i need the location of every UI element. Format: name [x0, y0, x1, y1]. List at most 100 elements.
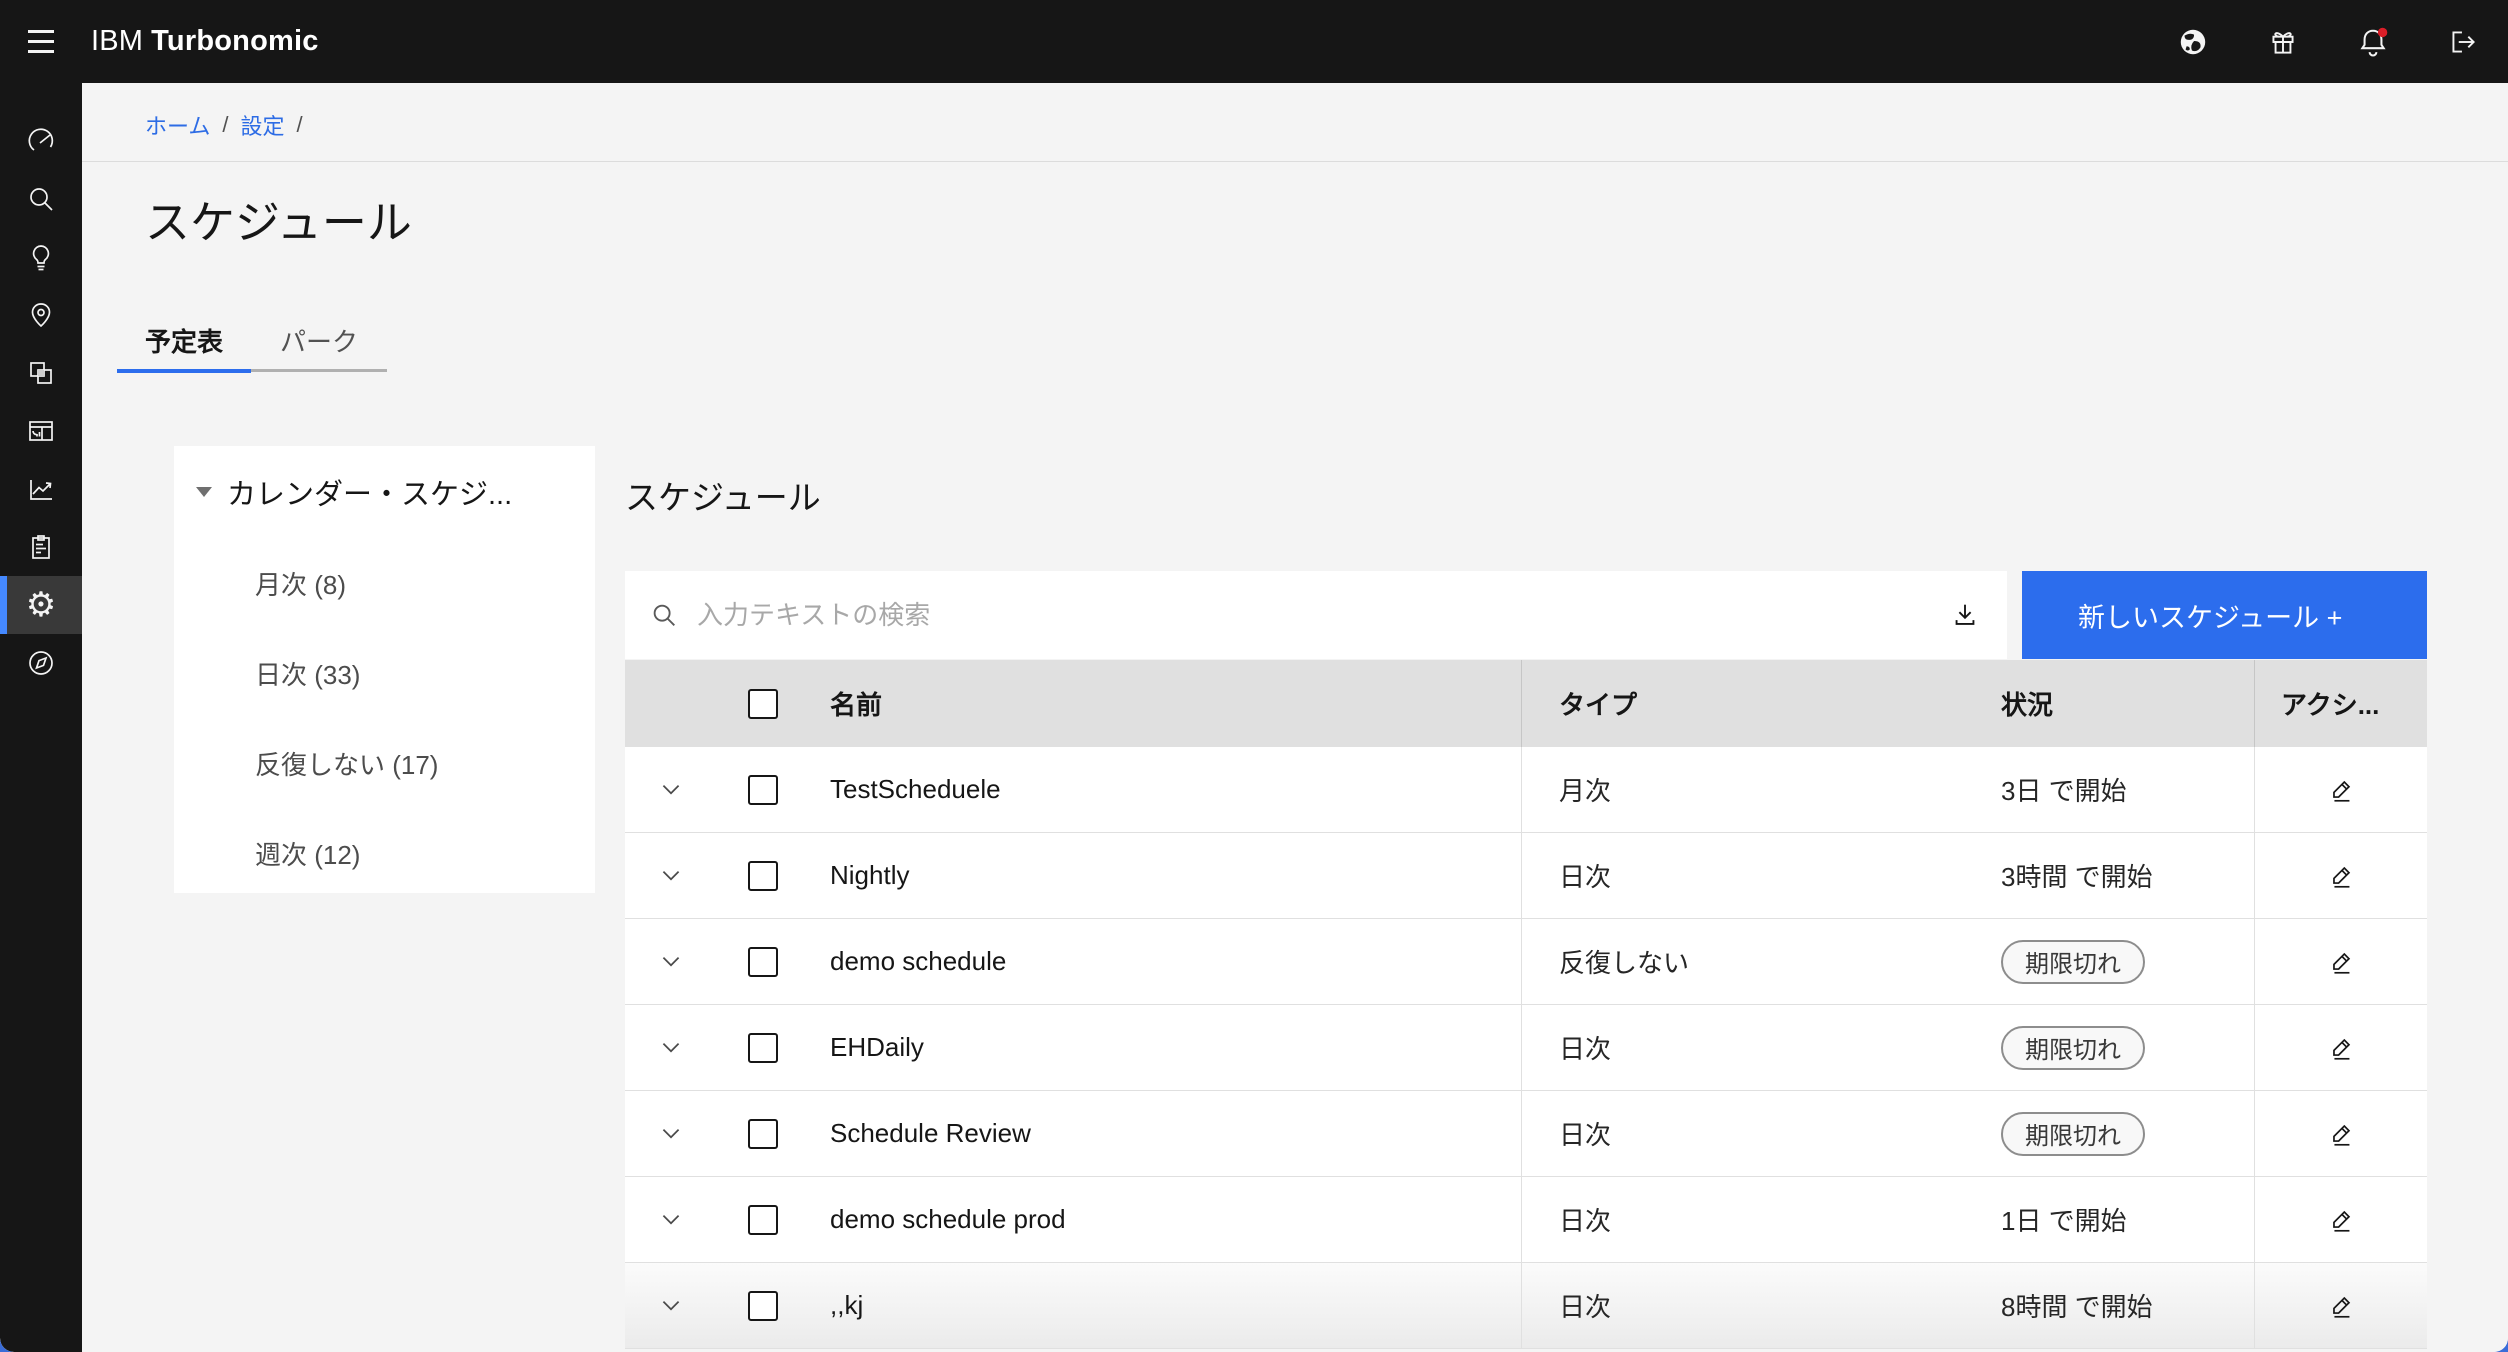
new-schedule-button[interactable]: 新しいスケジュール + [2022, 571, 2427, 659]
edit-pencil-icon [2333, 780, 2351, 802]
column-header-actions: アクシ... [2254, 660, 2427, 747]
schedule-type: 日次 [1559, 1206, 1612, 1236]
toolbar: 新しいスケジュール + [625, 571, 2427, 659]
chevron-down-icon [662, 1214, 679, 1224]
edit-button[interactable] [2326, 1205, 2356, 1235]
caret-down-icon [196, 487, 212, 497]
select-all-checkbox[interactable] [748, 688, 778, 719]
schedule-type: 反復しない [1559, 948, 1690, 978]
globe-button[interactable] [2148, 0, 2238, 83]
logout-button[interactable] [2418, 0, 2508, 83]
edit-pencil-icon [2333, 1038, 2351, 1060]
breadcrumb-settings-link[interactable]: 設定 [240, 109, 284, 141]
table-row: EHDaily 日次 期限切れ [625, 1005, 2427, 1091]
brand: IBM Turbonomic [91, 25, 319, 58]
edit-button[interactable] [2326, 1291, 2356, 1321]
schedule-type: 日次 [1559, 1120, 1612, 1150]
search-input[interactable] [697, 599, 1937, 631]
header-actions [2148, 0, 2508, 83]
tree-item-daily[interactable]: 日次 (33) [174, 628, 595, 718]
settings-gear-icon: ⚙ [25, 585, 57, 625]
brand-name: Turbonomic [151, 25, 319, 57]
schedule-type: 日次 [1559, 1034, 1612, 1064]
column-header-type: タイプ [1521, 660, 1985, 747]
sidebar-item-settings[interactable]: ⚙ [0, 576, 82, 634]
breadcrumb-separator: / [296, 112, 303, 137]
table-row: Schedule Review 日次 期限切れ [625, 1091, 2427, 1177]
tree-item-weekly[interactable]: 週次 (12) [174, 808, 595, 898]
lightbulb-icon [32, 245, 50, 271]
schedule-tree-panel: カレンダー・スケジ... 月次 (8) 日次 (33) 反復しない (17) 週… [174, 446, 595, 893]
schedule-name: TestScheduele [830, 774, 1001, 804]
row-checkbox[interactable] [748, 860, 778, 891]
gift-button[interactable] [2238, 0, 2328, 83]
schedule-type: 日次 [1559, 1292, 1612, 1322]
edit-button[interactable] [2326, 861, 2356, 891]
edit-pencil-icon [2333, 952, 2351, 974]
tab-calendar[interactable]: 予定表 [117, 308, 251, 373]
header-divider [82, 161, 2508, 162]
sidebar-item-lightbulb[interactable] [0, 228, 82, 286]
table-row: demo schedule 反復しない 期限切れ [625, 919, 2427, 1005]
expand-row-button[interactable] [658, 949, 684, 975]
line-chart-icon [30, 480, 52, 500]
expand-row-button[interactable] [658, 863, 684, 889]
table-body: TestScheduele 月次 3日 で開始 Nightly 日次 3時間 で [625, 747, 2427, 1349]
breadcrumb-home-link[interactable]: ホーム [145, 109, 210, 141]
table-row: demo schedule prod 日次 1日 で開始 [625, 1177, 2427, 1263]
chevron-down-icon [662, 784, 679, 794]
hamburger-menu-button[interactable] [0, 0, 82, 83]
row-checkbox[interactable] [748, 1118, 778, 1149]
expand-row-button[interactable] [658, 1293, 684, 1319]
sidebar-item-gauge[interactable] [0, 112, 82, 170]
schedule-name: Nightly [830, 860, 910, 890]
status-value: 8時間 で開始 [2001, 1292, 2153, 1322]
sidebar-item-dashboard[interactable] [0, 402, 82, 460]
expand-row-button[interactable] [658, 777, 684, 803]
table-row: Nightly 日次 3時間 で開始 [625, 833, 2427, 919]
top-header: IBM Turbonomic [0, 0, 2508, 83]
notifications-button[interactable] [2328, 0, 2418, 83]
row-checkbox[interactable] [748, 774, 778, 805]
edit-button[interactable] [2326, 1033, 2356, 1063]
sidebar-item-clipboard[interactable] [0, 518, 82, 576]
download-button[interactable] [1937, 571, 1993, 659]
edit-button[interactable] [2326, 947, 2356, 977]
edit-button[interactable] [2326, 1119, 2356, 1149]
gift-icon [2272, 31, 2294, 54]
breadcrumb: ホーム / 設定 / [145, 109, 303, 141]
edit-pencil-icon [2333, 1210, 2351, 1232]
chevron-down-icon [662, 870, 679, 880]
table-header-row: 名前 タイプ 状況 アクシ... [625, 660, 2427, 747]
row-checkbox[interactable] [748, 1290, 778, 1321]
expand-row-button[interactable] [658, 1207, 684, 1233]
sidebar-item-line-chart[interactable] [0, 460, 82, 518]
column-header-name: 名前 [830, 690, 883, 720]
section-heading: スケジュール [625, 479, 821, 516]
schedule-name: demo schedule [830, 946, 1007, 976]
tab-park[interactable]: パーク [251, 308, 387, 373]
expand-row-button[interactable] [658, 1035, 684, 1061]
schedule-name: ,,kj [830, 1290, 864, 1320]
icon-sidebar: ⚙ [0, 83, 82, 1352]
tree-item-monthly[interactable]: 月次 (8) [174, 538, 595, 628]
sidebar-item-compass[interactable] [0, 634, 82, 692]
chevron-down-icon [662, 1128, 679, 1138]
sidebar-item-search[interactable] [0, 170, 82, 228]
overlap-squares-icon [30, 362, 52, 384]
tree-item-nonrecurring[interactable]: 反復しない (17) [174, 718, 595, 808]
sidebar-item-location-pin[interactable] [0, 286, 82, 344]
edit-pencil-icon [2333, 1296, 2351, 1318]
schedule-name: Schedule Review [830, 1118, 1031, 1148]
expand-row-button[interactable] [658, 1121, 684, 1147]
breadcrumb-separator: / [222, 112, 229, 137]
row-checkbox[interactable] [748, 1032, 778, 1063]
table-row: ,,kj 日次 8時間 で開始 [625, 1263, 2427, 1349]
status-value: 3時間 で開始 [2001, 862, 2153, 892]
edit-button[interactable] [2326, 775, 2356, 805]
tree-root-toggle[interactable]: カレンダー・スケジ... [174, 446, 595, 538]
sidebar-item-overlap-squares[interactable] [0, 344, 82, 402]
row-checkbox[interactable] [748, 946, 778, 977]
row-checkbox[interactable] [748, 1204, 778, 1235]
clipboard-icon [32, 535, 50, 559]
